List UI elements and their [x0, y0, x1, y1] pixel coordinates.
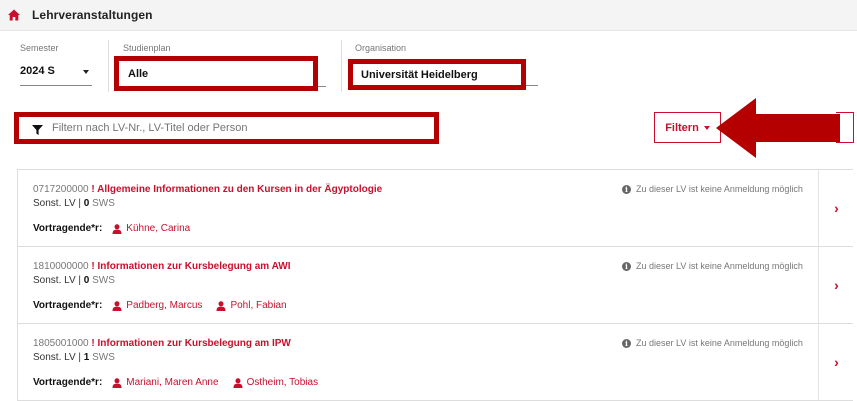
course-type-label: Sonst. LV |: [33, 352, 81, 363]
lecturer-name: Mariani, Maren Anne: [126, 377, 219, 388]
chevron-down-icon: [83, 70, 89, 74]
organisation-label: Organisation: [355, 43, 407, 53]
filter-icon: [32, 125, 43, 135]
lecturers: Vortragende*r: Mariani, Maren Anne Osthe…: [33, 377, 332, 388]
registration-status: i Zu dieser LV ist keine Anmeldung mögli…: [622, 261, 803, 271]
person-icon: [112, 377, 122, 388]
course-list: 0717200000 ! Allgemeine Informationen zu…: [17, 169, 854, 401]
home-icon[interactable]: [7, 8, 21, 22]
list-item[interactable]: 1810000000 ! Informationen zur Kursbeleg…: [17, 247, 854, 324]
lecturers: Vortragende*r: Kühne, Carina: [33, 223, 204, 234]
info-icon: i: [622, 184, 631, 194]
lecturer-label: Vortragende*r:: [33, 300, 103, 311]
course-main: 1810000000 ! Informationen zur Kursbeleg…: [18, 247, 818, 323]
filter-button-label: Filtern: [665, 121, 699, 134]
course-heading: 1810000000 ! Informationen zur Kursbeleg…: [33, 261, 291, 272]
course-heading: 0717200000 ! Allgemeine Informationen zu…: [33, 184, 382, 195]
course-type-label: Sonst. LV |: [33, 198, 81, 209]
lecturer-name: Ostheim, Tobias: [246, 377, 319, 388]
lecturer-link[interactable]: Padberg, Marcus: [112, 300, 202, 311]
top-bar: Lehrveranstaltungen: [0, 0, 857, 31]
divider: [108, 40, 109, 92]
course-type: Sonst. LV | 0 SWS: [33, 198, 115, 209]
course-title-link[interactable]: ! Informationen zur Kursbelegung am IPW: [91, 338, 290, 349]
organisation-value: Universität Heidelberg: [361, 69, 478, 81]
person-icon: [112, 223, 122, 234]
studienplan-select[interactable]: Alle: [114, 56, 318, 91]
studienplan-underline: [318, 86, 326, 87]
course-title-link[interactable]: ! Allgemeine Informationen zu den Kursen…: [91, 184, 382, 195]
person-icon: [112, 300, 122, 311]
course-number: 1805001000: [33, 338, 89, 349]
search-input[interactable]: [52, 122, 422, 134]
lecturers: Vortragende*r: Padberg, Marcus Pohl, Fab…: [33, 300, 301, 311]
semester-label: Semester: [20, 43, 59, 53]
divider: [341, 40, 342, 92]
info-icon: i: [622, 261, 631, 271]
course-type: Sonst. LV | 0 SWS: [33, 275, 115, 286]
sws-value: 0: [83, 275, 90, 286]
annotation-arrow-icon: [716, 98, 840, 158]
registration-status: i Zu dieser LV ist keine Anmeldung mögli…: [622, 184, 803, 194]
chevron-right-icon[interactable]: ›: [818, 324, 854, 400]
studienplan-label: Studienplan: [123, 43, 171, 53]
course-type-label: Sonst. LV |: [33, 275, 81, 286]
course-main: 1805001000 ! Informationen zur Kursbeleg…: [18, 324, 818, 400]
semester-value: 2024 S: [20, 65, 55, 77]
sws-unit: SWS: [92, 352, 115, 363]
page-title: Lehrveranstaltungen: [32, 8, 153, 22]
list-item[interactable]: 0717200000 ! Allgemeine Informationen zu…: [17, 170, 854, 247]
caret-down-icon: [703, 125, 710, 130]
person-icon: [233, 377, 243, 388]
status-text: Zu dieser LV ist keine Anmeldung möglich: [636, 338, 803, 348]
lecturer-name: Kühne, Carina: [126, 223, 191, 234]
person-icon: [216, 300, 226, 311]
course-heading: 1805001000 ! Informationen zur Kursbeleg…: [33, 338, 291, 349]
course-title-link[interactable]: ! Informationen zur Kursbelegung am AWI: [91, 261, 290, 272]
list-item[interactable]: 1805001000 ! Informationen zur Kursbeleg…: [17, 324, 854, 401]
registration-status: i Zu dieser LV ist keine Anmeldung mögli…: [622, 338, 803, 348]
status-text: Zu dieser LV ist keine Anmeldung möglich: [636, 261, 803, 271]
lecturer-label: Vortragende*r:: [33, 223, 103, 234]
course-type: Sonst. LV | 1 SWS: [33, 352, 115, 363]
lecturer-link[interactable]: Mariani, Maren Anne: [112, 377, 219, 388]
semester-select[interactable]: 2024 S: [20, 62, 92, 86]
course-main: 0717200000 ! Allgemeine Informationen zu…: [18, 170, 818, 246]
lecturer-name: Padberg, Marcus: [126, 300, 203, 311]
lecturer-link[interactable]: Kühne, Carina: [112, 223, 190, 234]
semester-underline: [20, 85, 92, 86]
chevron-right-icon[interactable]: ›: [818, 170, 854, 246]
lecturer-name: Pohl, Fabian: [230, 300, 287, 311]
sws-unit: SWS: [92, 275, 115, 286]
organisation-underline: [526, 85, 538, 86]
sws-value: 0: [83, 198, 90, 209]
status-text: Zu dieser LV ist keine Anmeldung möglich: [636, 184, 803, 194]
sws-unit: SWS: [92, 198, 115, 209]
organisation-select[interactable]: Universität Heidelberg: [348, 59, 526, 90]
lecturer-link[interactable]: Pohl, Fabian: [216, 300, 287, 311]
info-icon: i: [622, 338, 631, 348]
sws-value: 1: [83, 352, 90, 363]
course-number: 0717200000: [33, 184, 89, 195]
studienplan-value: Alle: [128, 68, 149, 80]
course-number: 1810000000: [33, 261, 89, 272]
lecturer-link[interactable]: Ostheim, Tobias: [233, 377, 319, 388]
search-box[interactable]: [14, 112, 439, 144]
lecturer-label: Vortragende*r:: [33, 377, 103, 388]
chevron-right-icon[interactable]: ›: [818, 247, 854, 323]
filter-button[interactable]: Filtern: [654, 112, 721, 143]
